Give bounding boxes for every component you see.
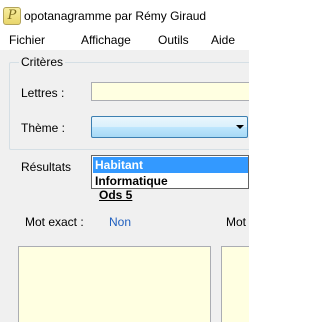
results-list[interactable] (18, 246, 211, 322)
results-list-secondary[interactable] (221, 246, 249, 322)
chevron-down-icon[interactable] (236, 125, 244, 129)
theme-option-informatique[interactable]: Informatique (93, 173, 248, 189)
menu-aide[interactable]: Aide (211, 33, 235, 47)
letters-label: Lettres : (21, 86, 65, 100)
results-label: Résultats (21, 160, 72, 174)
theme-combobox[interactable] (91, 116, 248, 138)
letters-input[interactable] (91, 82, 249, 101)
dictionary-label[interactable]: Ods 5 (99, 188, 132, 202)
second-column-label: Mot (226, 215, 247, 229)
title-bar[interactable]: P opotanagramme par Rémy Giraud (0, 0, 249, 30)
menu-bar: Fichier Affichage Outils Aide (0, 30, 249, 50)
criteria-legend: Critères (19, 55, 66, 69)
menu-fichier[interactable]: Fichier (9, 33, 45, 47)
menu-affichage[interactable]: Affichage (81, 33, 131, 47)
menu-outils[interactable]: Outils (158, 33, 189, 47)
theme-label: Thème : (21, 121, 66, 135)
app-logo-icon[interactable]: P (3, 7, 21, 25)
app-window: P opotanagramme par Rémy Giraud Fichier … (0, 0, 249, 322)
window-title: opotanagramme par Rémy Giraud (24, 9, 207, 23)
theme-option-habitant[interactable]: Habitant (93, 157, 248, 173)
theme-dropdown-list: Habitant Informatique (91, 155, 249, 189)
exact-word-label: Mot exact : (25, 215, 84, 229)
exact-word-value[interactable]: Non (109, 215, 131, 229)
